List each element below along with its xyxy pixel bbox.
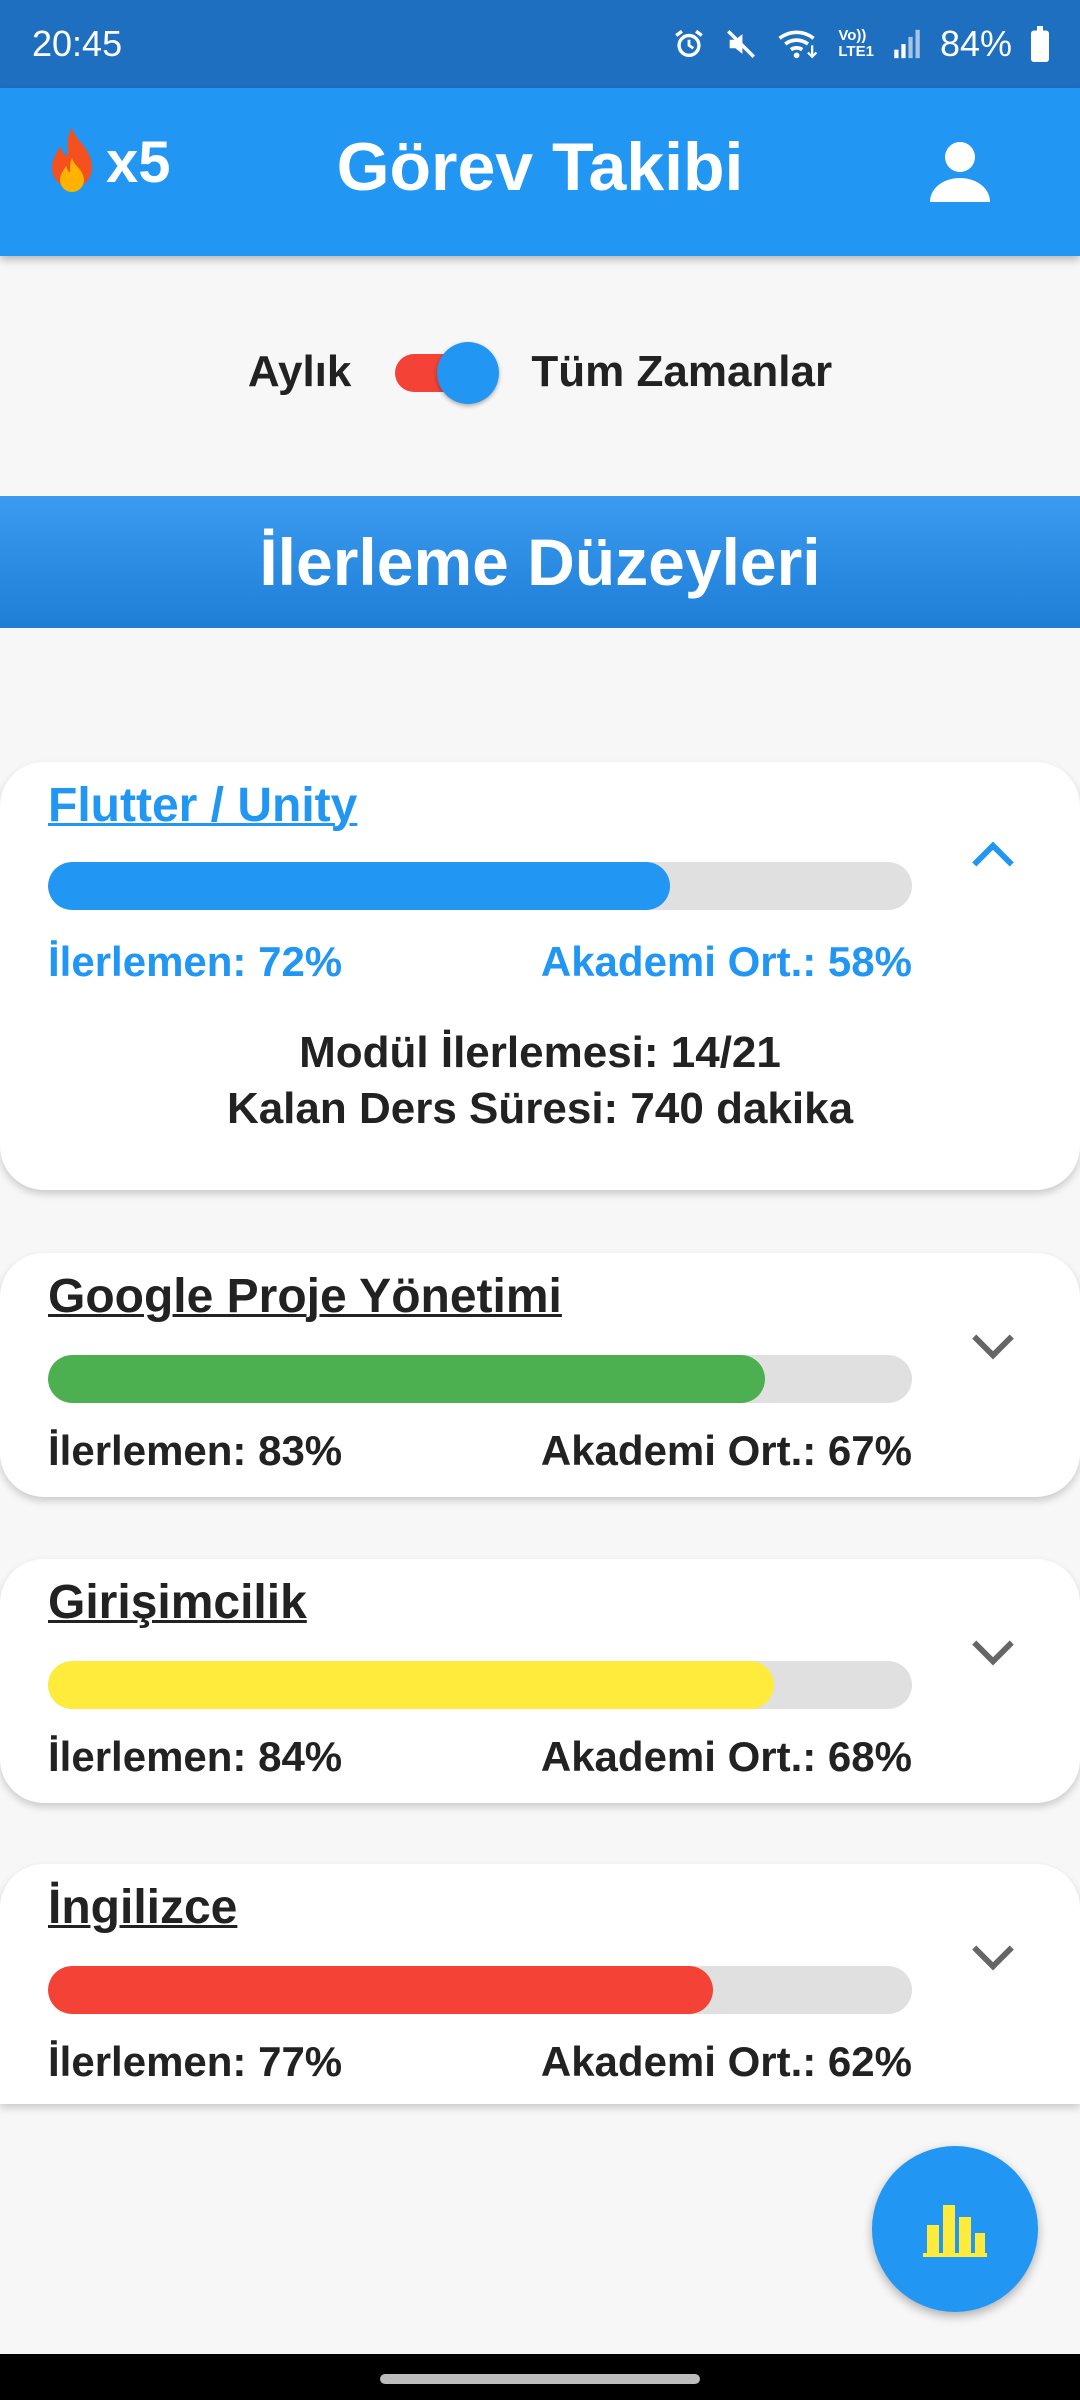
progress-label: İlerlemen: 77% bbox=[48, 2038, 343, 2085]
person-icon bbox=[930, 142, 990, 202]
progress-bar-fill bbox=[48, 862, 671, 910]
course-card[interactable]: İngilizce İlerlemen: 77% Akademi Ort.: 6… bbox=[0, 1864, 1080, 2104]
chevron-down-icon[interactable] bbox=[968, 1635, 1018, 1671]
system-navigation-bar bbox=[0, 2354, 1080, 2400]
academy-average-label: Akademi Ort.: 62% bbox=[540, 2038, 912, 2085]
course-title[interactable]: Girişimcilik bbox=[48, 1575, 307, 1630]
progress-bar-fill bbox=[48, 1966, 714, 2014]
network-label-bottom: LTE1 bbox=[838, 43, 874, 60]
progress-bar-fill bbox=[48, 1661, 774, 1709]
home-gesture-handle[interactable] bbox=[380, 2374, 700, 2384]
bar-chart-icon bbox=[923, 2205, 987, 2257]
course-title[interactable]: Flutter / Unity bbox=[48, 778, 357, 833]
battery-percent: 84% bbox=[939, 23, 1012, 64]
battery-icon bbox=[1031, 26, 1049, 62]
statistics-fab[interactable] bbox=[872, 2146, 1038, 2312]
module-progress: Modül İlerlemesi: 14/21 bbox=[299, 1028, 781, 1077]
academy-average-label: Akademi Ort.: 58% bbox=[540, 938, 912, 985]
mute-icon bbox=[727, 30, 756, 58]
app-title: Görev Takibi bbox=[336, 129, 744, 205]
progress-label: İlerlemen: 72% bbox=[48, 938, 343, 985]
status-time: 20:45 bbox=[32, 23, 123, 64]
app-bar: x5 Görev Takibi bbox=[0, 88, 1080, 256]
signal-icon bbox=[894, 29, 920, 59]
progress-bar-fill bbox=[48, 1355, 766, 1403]
progress-bar bbox=[48, 862, 912, 910]
academy-average-label: Akademi Ort.: 68% bbox=[540, 1733, 912, 1780]
wifi-icon bbox=[778, 30, 818, 59]
profile-button[interactable] bbox=[924, 136, 996, 213]
progress-bar bbox=[48, 1661, 912, 1709]
chevron-up-icon[interactable] bbox=[968, 836, 1018, 872]
status-bar: 20:45 Vo)) LTE1 84% bbox=[0, 0, 1080, 88]
progress-label: İlerlemen: 84% bbox=[48, 1733, 343, 1780]
network-label-top: Vo)) bbox=[838, 27, 867, 44]
remaining-time: Kalan Ders Süresi: 740 dakika bbox=[226, 1084, 854, 1133]
toggle-thumb bbox=[437, 342, 500, 404]
chevron-down-icon[interactable] bbox=[968, 1940, 1018, 1976]
section-title: İlerleme Düzeyleri bbox=[0, 496, 1080, 628]
toggle-label-all-time[interactable]: Tüm Zamanlar bbox=[531, 347, 832, 397]
course-card[interactable]: Google Proje Yönetimi İlerlemen: 83% Aka… bbox=[0, 1253, 1080, 1497]
course-title[interactable]: İngilizce bbox=[48, 1880, 237, 1935]
network-type: Vo)) LTE1 bbox=[838, 28, 874, 60]
course-card[interactable]: Flutter / Unity İlerlemen: 72% Akademi O… bbox=[0, 762, 1080, 1190]
chevron-down-icon[interactable] bbox=[968, 1329, 1018, 1365]
course-card[interactable]: Girişimcilik İlerlemen: 84% Akademi Ort.… bbox=[0, 1559, 1080, 1803]
course-title[interactable]: Google Proje Yönetimi bbox=[48, 1269, 562, 1324]
toggle-label-monthly[interactable]: Aylık bbox=[248, 347, 352, 397]
academy-average-label: Akademi Ort.: 67% bbox=[540, 1427, 912, 1474]
progress-bar bbox=[48, 1966, 912, 2014]
status-icons: Vo)) LTE1 84% bbox=[672, 23, 1050, 65]
progress-label: İlerlemen: 83% bbox=[48, 1427, 343, 1474]
period-toggle-row: Aylık Tüm Zamanlar bbox=[0, 340, 1080, 404]
alarm-icon bbox=[675, 29, 704, 58]
period-toggle-switch[interactable] bbox=[391, 340, 501, 404]
progress-bar bbox=[48, 1355, 912, 1403]
